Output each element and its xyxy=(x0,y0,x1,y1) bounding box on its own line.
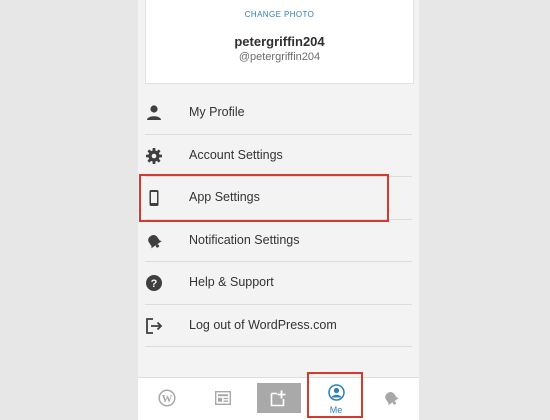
gear-icon xyxy=(146,147,162,164)
notifications-bell-icon xyxy=(385,391,399,406)
menu-item-label: My Profile xyxy=(189,105,245,119)
menu-item-notification-settings[interactable]: Notification Settings xyxy=(145,220,412,262)
phone-icon xyxy=(149,190,159,206)
app-screen: CHANGE PHOTO petergriffin204 @petergriff… xyxy=(138,0,419,420)
menu-item-app-settings[interactable]: App Settings xyxy=(145,177,412,220)
change-photo-link[interactable]: CHANGE PHOTO xyxy=(146,10,413,19)
person-icon xyxy=(147,105,161,120)
tab-me-label: Me xyxy=(329,405,343,415)
tab-wordpress[interactable]: W xyxy=(152,378,182,420)
svg-text:W: W xyxy=(162,394,173,405)
logout-icon xyxy=(146,317,163,334)
bottom-tab-bar: W Me xyxy=(138,377,419,420)
help-icon: ? xyxy=(146,275,162,291)
new-post-icon xyxy=(270,390,286,407)
reader-icon xyxy=(215,391,231,405)
menu-item-label: Account Settings xyxy=(189,147,283,162)
tab-me[interactable]: Me xyxy=(316,378,356,420)
profile-handle: @petergriffin204 xyxy=(238,51,321,63)
menu-item-logout[interactable]: Log out of WordPress.com xyxy=(145,305,412,347)
svg-text:?: ? xyxy=(151,278,158,290)
menu-item-help-support[interactable]: ? Help & Support xyxy=(145,262,412,305)
menu-item-label: Notification Settings xyxy=(189,232,300,247)
menu-item-label: Log out of WordPress.com xyxy=(189,317,337,332)
me-menu: My Profile Account Settings App Settings… xyxy=(145,92,412,347)
profile-card: CHANGE PHOTO petergriffin204 @petergriff… xyxy=(145,0,414,84)
profile-username: petergriffin204 xyxy=(234,34,325,49)
menu-item-label: App Settings xyxy=(189,190,260,204)
menu-item-label: Help & Support xyxy=(189,275,274,289)
bell-icon xyxy=(148,234,162,248)
menu-item-my-profile[interactable]: My Profile xyxy=(145,92,412,135)
new-post-button[interactable] xyxy=(257,383,301,413)
menu-item-account-settings[interactable]: Account Settings xyxy=(145,135,412,177)
wordpress-icon: W xyxy=(158,389,176,407)
me-icon xyxy=(328,384,345,401)
tab-notifications[interactable] xyxy=(376,378,406,420)
tab-reader[interactable] xyxy=(208,378,238,420)
